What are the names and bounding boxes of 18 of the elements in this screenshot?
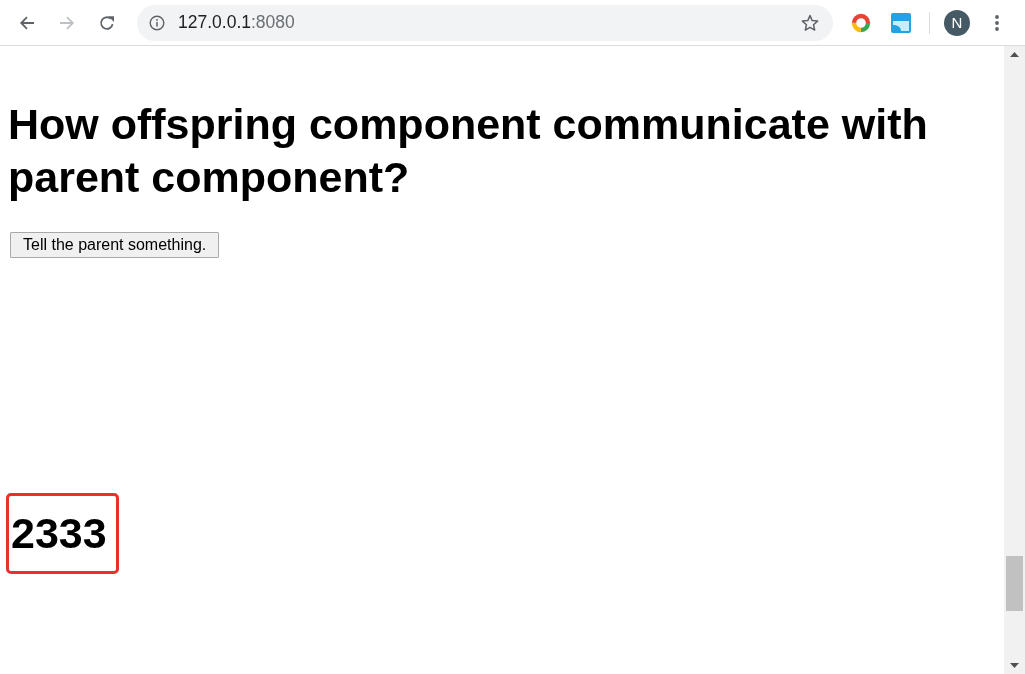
page-heading: How offspring component communicate with parent component? [8, 99, 929, 203]
info-icon[interactable] [149, 14, 165, 31]
menu-dots-icon [995, 14, 999, 31]
url-text[interactable]: 127.0.0.1:8080 [178, 12, 295, 33]
tile-icon[interactable] [891, 12, 911, 33]
reload-icon [99, 14, 115, 31]
vertical-scrollbar[interactable] [1004, 46, 1025, 674]
address-bar[interactable]: 127.0.0.1:8080 [137, 4, 833, 41]
star-icon [801, 13, 819, 32]
scrollbar-thumb[interactable] [1006, 556, 1023, 611]
tell-parent-button[interactable]: Tell the parent something. [10, 232, 220, 258]
ring-icon[interactable] [851, 12, 871, 33]
profile-button[interactable]: N [944, 9, 970, 36]
caret-down-icon[interactable] [1010, 663, 1019, 668]
arrow-right-icon [59, 14, 75, 31]
message-number: 2333 [11, 508, 107, 558]
arrow-left-icon [19, 14, 35, 31]
caret-up-icon[interactable] [1010, 52, 1019, 57]
